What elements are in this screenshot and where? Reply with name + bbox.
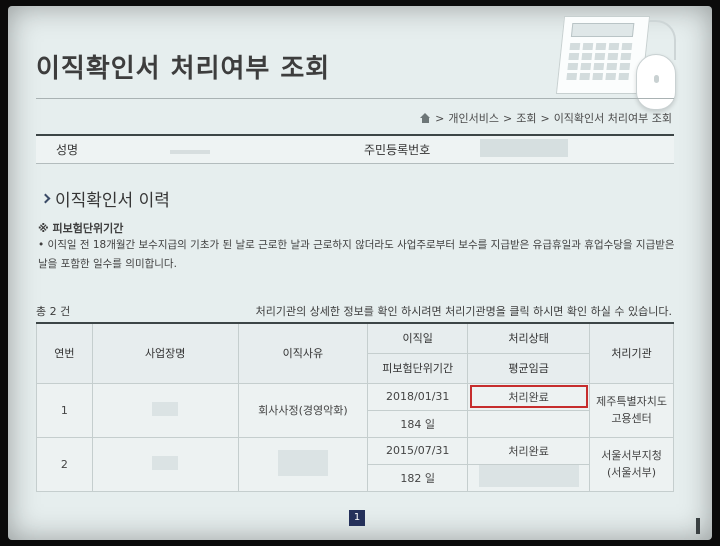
row-agency-link[interactable]: 제주특별자치도 고용센터 [589,382,674,438]
row-agency-link[interactable]: 서울서부지청(서울서부) [589,436,674,492]
title-divider [36,98,674,99]
header-reason: 이직사유 [237,322,369,384]
header-workplace: 사업장명 [91,322,239,384]
name-value-redacted [170,143,350,157]
row-period: 184 일 [367,409,469,438]
section-title-text: 이직확인서 이력 [55,191,170,211]
breadcrumb: > 개인서비스 > 조회 > 이직확인서 처리여부 조회 [420,110,672,126]
row-status: 처리완료 [467,436,591,465]
row-wage-redacted [467,409,591,438]
breadcrumb-item-inquiry[interactable]: 조회 [516,110,536,126]
note-heading: ※ 피보험단위기간 [38,222,124,235]
breadcrumb-separator: > [540,111,550,125]
note-body: • 이직일 전 18개월간 보수지급의 기초가 된 날로 근로한 날과 근로하지… [38,239,675,270]
table-row: 1 회사사정(경영악화) 2018/01/31 처리완료 제주특별자치도 고용센… [36,382,674,438]
agency-hint: 처리기관의 상세한 정보를 확인 하시려면 처리기관명을 클릭 하시면 확인 하… [255,305,672,318]
page-frame: 이직확인서 처리여부 조회 > 개인서비스 > 조회 > 이직확인서 처리여부 … [8,6,712,540]
breadcrumb-item-current: 이직확인서 처리여부 조회 [553,112,672,125]
mouse-icon [636,54,676,110]
section-title: 이직확인서 이력 [40,186,170,211]
result-count: 총 2 건 [36,305,71,318]
breadcrumb-item-personal-service[interactable]: 개인서비스 [448,110,499,126]
pagination-page-1[interactable]: 1 [349,510,365,526]
row-no: 2 [36,436,93,492]
row-status: 처리완료 [467,382,591,411]
row-workplace-redacted [91,382,239,438]
header-wage: 평균임금 [467,352,591,384]
name-label: 성명 [56,143,79,157]
header-agency: 처리기관 [589,322,674,384]
scroll-edge-mark [696,518,700,534]
row-reason-redacted [237,436,369,492]
row-reason: 회사사정(경영악화) [237,382,369,438]
row-wage-redacted [467,463,591,492]
home-icon[interactable] [420,113,431,123]
breadcrumb-separator: > [435,111,445,125]
chevron-right-icon [40,193,51,204]
header-status: 처리상태 [467,322,591,354]
row-date: 2018/01/31 [367,382,469,411]
row-no: 1 [36,382,93,438]
resident-id-label: 주민등록번호 [364,143,431,157]
page-title: 이직확인서 처리여부 조회 [36,54,331,84]
row-date: 2015/07/31 [367,436,469,465]
row-period: 182 일 [367,463,469,492]
table-row: 2 2015/07/31 처리완료 서울서부지청(서울서부) [36,436,674,492]
resident-id-value-redacted [480,139,674,160]
header-no: 연번 [36,322,93,384]
history-table: 연번 사업장명 이직사유 이직일 처리상태 처리기관 피보험단위기간 평균임금 … [36,322,674,492]
header-period: 피보험단위기간 [367,352,469,384]
header-date: 이직일 [367,322,469,354]
breadcrumb-separator: > [503,111,513,125]
applicant-info-bar: 성명 주민등록번호 [36,134,674,164]
row-workplace-redacted [91,436,239,492]
